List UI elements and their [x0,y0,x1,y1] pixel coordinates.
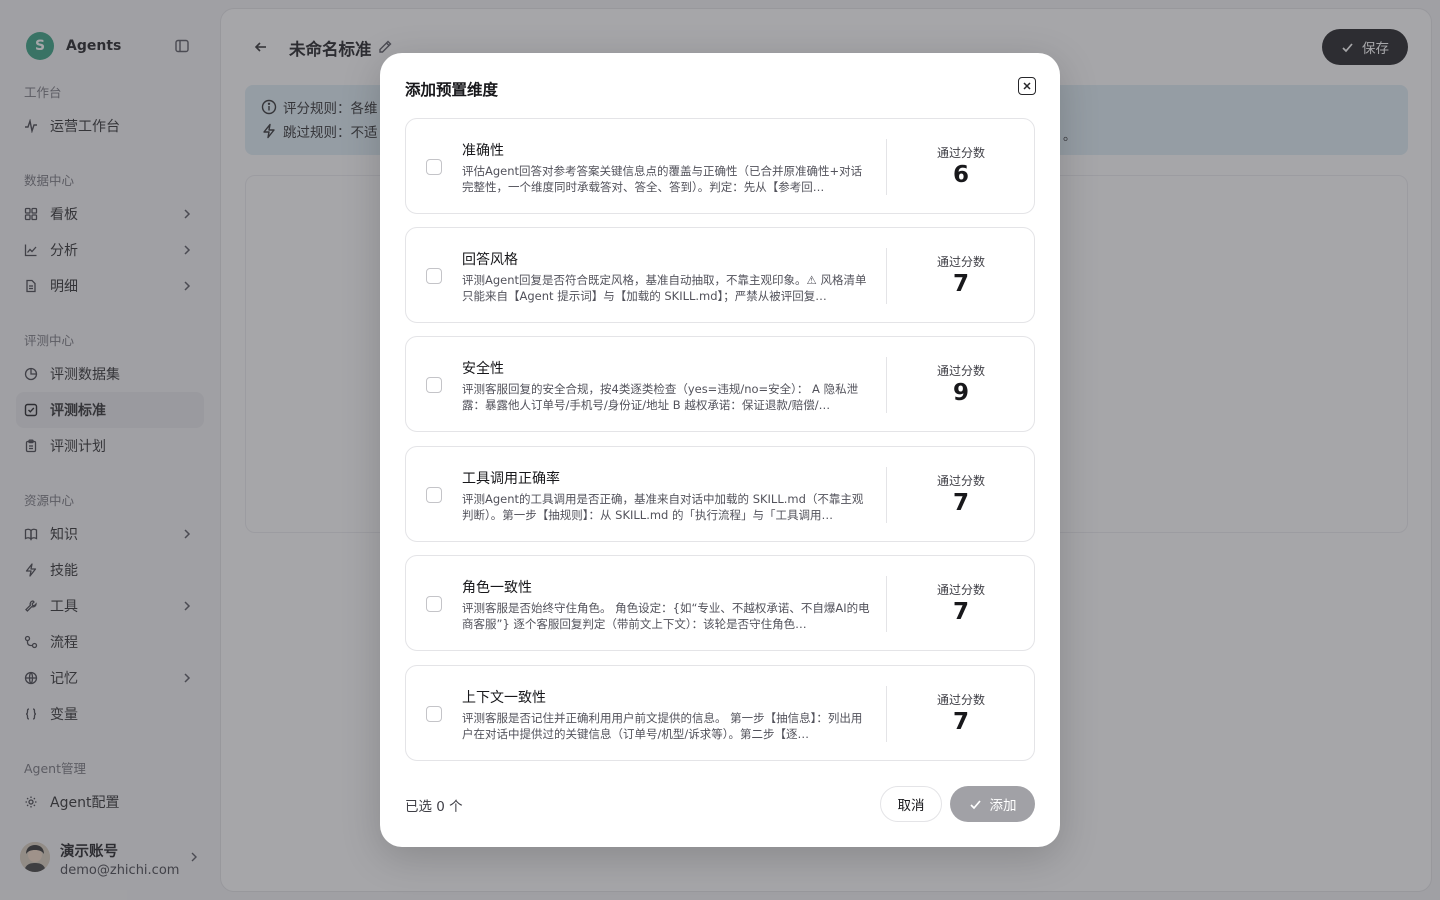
dimension-card[interactable]: 回答风格 评测Agent回复是否符合既定风格，基准自动抽取，不靠主观印象。⚠ 风… [405,227,1035,323]
dimension-name: 准确性 [462,143,504,159]
dimension-checkbox[interactable] [426,487,442,503]
pass-score-label: 通过分数 [936,364,985,378]
pass-score-label: 通过分数 [936,255,985,269]
pass-score-value: 7 [952,271,969,297]
dimension-name: 安全性 [462,361,504,377]
dimension-checkbox[interactable] [426,596,442,612]
dimension-name: 回答风格 [462,252,518,268]
pass-score-label: 通过分数 [936,474,985,488]
dimension-card[interactable]: 工具调用正确率 评测Agent的工具调用是否正确，基准来自对话中加载的 SKIL… [405,446,1035,542]
dimension-description: 评测Agent回复是否符合既定风格，基准自动抽取，不靠主观印象。⚠ 风格清单只能… [462,273,867,303]
cancel-button[interactable]: 取消 [880,786,942,822]
dimension-description: 评测客服是否记住并正确利用用户前文提供的信息。 第一步【抽信息】：列出用户在对话… [462,711,863,741]
selected-count: 已选 0 个 [405,799,463,815]
dimension-card[interactable]: 角色一致性 评测客服是否始终守住角色。 角色设定：{如“专业、不越权承诺、不自爆… [405,555,1035,651]
dimension-description: 评测客服回复的安全合规，按4类逐类检查（yes=违规/no=安全）： A 隐私泄… [462,382,859,412]
pass-score-value: 6 [952,162,969,188]
pass-score-value: 9 [952,380,969,406]
dimension-card[interactable]: 准确性 评估Agent回答对参考答案关键信息点的覆盖与正确性（已合并原准确性+对… [405,118,1035,214]
pass-score-label: 通过分数 [936,583,985,597]
dimension-checkbox[interactable] [426,377,442,393]
dimension-name: 角色一致性 [462,580,532,596]
close-button[interactable] [1018,77,1036,95]
dimension-name: 上下文一致性 [462,690,546,706]
dimension-description: 评测客服是否始终守住角色。 角色设定：{如“专业、不越权承诺、不自爆AI的电商客… [462,601,870,631]
add-button[interactable]: 添加 [950,786,1035,822]
add-button-label: 添加 [989,798,1017,814]
add-dimension-modal: 添加预置维度 准确性 评估Agent回答对参考答案关键信息点的覆盖与正确性（已合… [380,53,1060,847]
pass-score-value: 7 [952,599,969,625]
dimension-checkbox[interactable] [426,706,442,722]
dimension-description: 评估Agent回答对参考答案关键信息点的覆盖与正确性（已合并原准确性+对话完整性… [462,164,863,194]
dimension-description: 评测Agent的工具调用是否正确，基准来自对话中加载的 SKILL.md（不靠主… [462,492,864,522]
dimension-checkbox[interactable] [426,159,442,175]
dimension-name: 工具调用正确率 [462,471,560,487]
pass-score-label: 通过分数 [936,693,985,707]
pass-score-value: 7 [952,490,969,516]
dimension-checkbox[interactable] [426,268,442,284]
pass-score-label: 通过分数 [936,146,985,160]
pass-score-value: 7 [952,709,969,735]
dimension-card[interactable]: 上下文一致性 评测客服是否记住并正确利用用户前文提供的信息。 第一步【抽信息】：… [405,665,1035,761]
close-icon [1023,82,1031,90]
dimension-card[interactable]: 安全性 评测客服回复的安全合规，按4类逐类检查（yes=违规/no=安全）： A… [405,336,1035,432]
modal-title: 添加预置维度 [405,81,499,99]
check-icon [969,799,981,809]
